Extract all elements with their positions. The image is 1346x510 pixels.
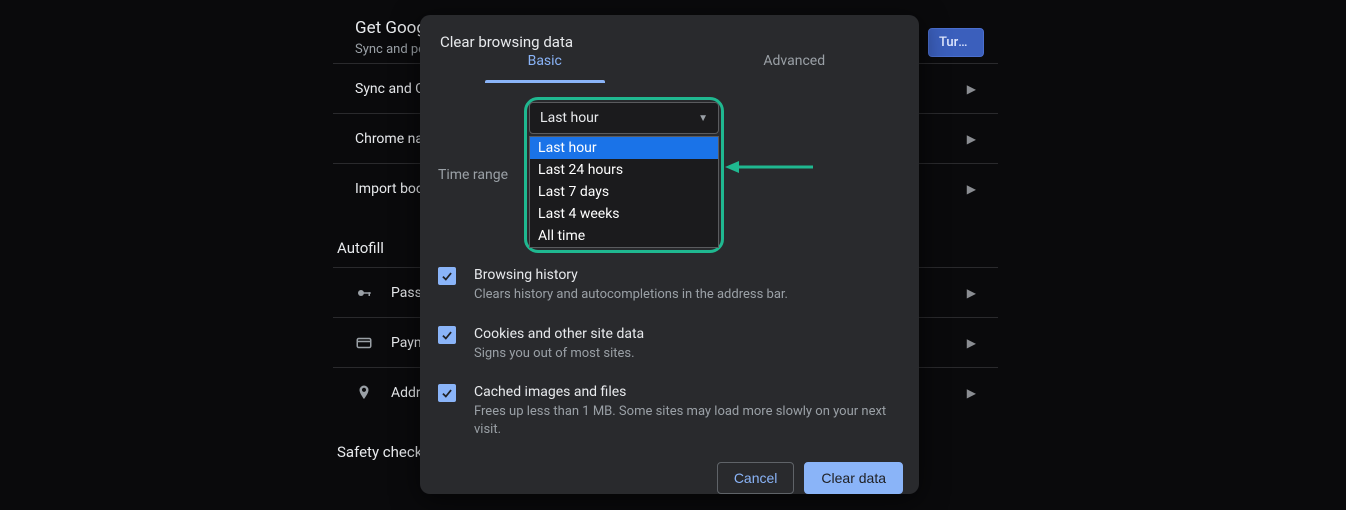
key-icon	[355, 284, 373, 302]
time-range-label: Time range	[438, 167, 508, 183]
chevron-right-icon: ▶	[967, 132, 976, 146]
dialog-title: Clear browsing data	[420, 15, 919, 53]
chevron-right-icon: ▶	[967, 82, 976, 96]
option-last-24-hours[interactable]: Last 24 hours	[530, 159, 718, 181]
tab-basic[interactable]: Basic	[420, 53, 670, 83]
tab-advanced[interactable]: Advanced	[670, 53, 920, 83]
chevron-right-icon: ▶	[967, 182, 976, 196]
clear-data-button[interactable]: Clear data	[804, 462, 903, 494]
chevron-right-icon: ▶	[967, 386, 976, 400]
cancel-button[interactable]: Cancel	[717, 462, 795, 494]
time-range-value: Last hour	[540, 110, 599, 126]
option-last-4-weeks[interactable]: Last 4 weeks	[530, 203, 718, 225]
annotation-highlight-box: Last hour ▼ Last hour Last 24 hours Last…	[524, 97, 724, 253]
clear-browsing-data-dialog: Clear browsing data Basic Advanced Time …	[420, 15, 919, 494]
option-last-7-days[interactable]: Last 7 days	[530, 181, 718, 203]
chevron-right-icon: ▶	[967, 286, 976, 300]
turn-on-sync-button[interactable]: Turn on sync…	[928, 28, 984, 57]
chevron-down-icon: ▼	[698, 113, 708, 124]
time-range-select[interactable]: Last hour ▼	[529, 102, 719, 134]
checkbox-checked-icon[interactable]	[438, 326, 456, 344]
credit-card-icon	[355, 334, 373, 352]
check-cached[interactable]: Cached images and files Frees up less th…	[438, 374, 901, 450]
option-all-time[interactable]: All time	[530, 225, 718, 247]
option-last-hour[interactable]: Last hour	[530, 137, 718, 159]
check-cookies[interactable]: Cookies and other site data Signs you ou…	[438, 316, 901, 375]
location-icon	[355, 384, 373, 402]
chevron-right-icon: ▶	[967, 336, 976, 350]
time-range-dropdown: Last hour Last 24 hours Last 7 days Last…	[529, 136, 719, 248]
check-browsing-history[interactable]: Browsing history Clears history and auto…	[438, 257, 901, 316]
tabs: Basic Advanced	[420, 53, 919, 83]
checkbox-checked-icon[interactable]	[438, 384, 456, 402]
checkbox-checked-icon[interactable]	[438, 267, 456, 285]
